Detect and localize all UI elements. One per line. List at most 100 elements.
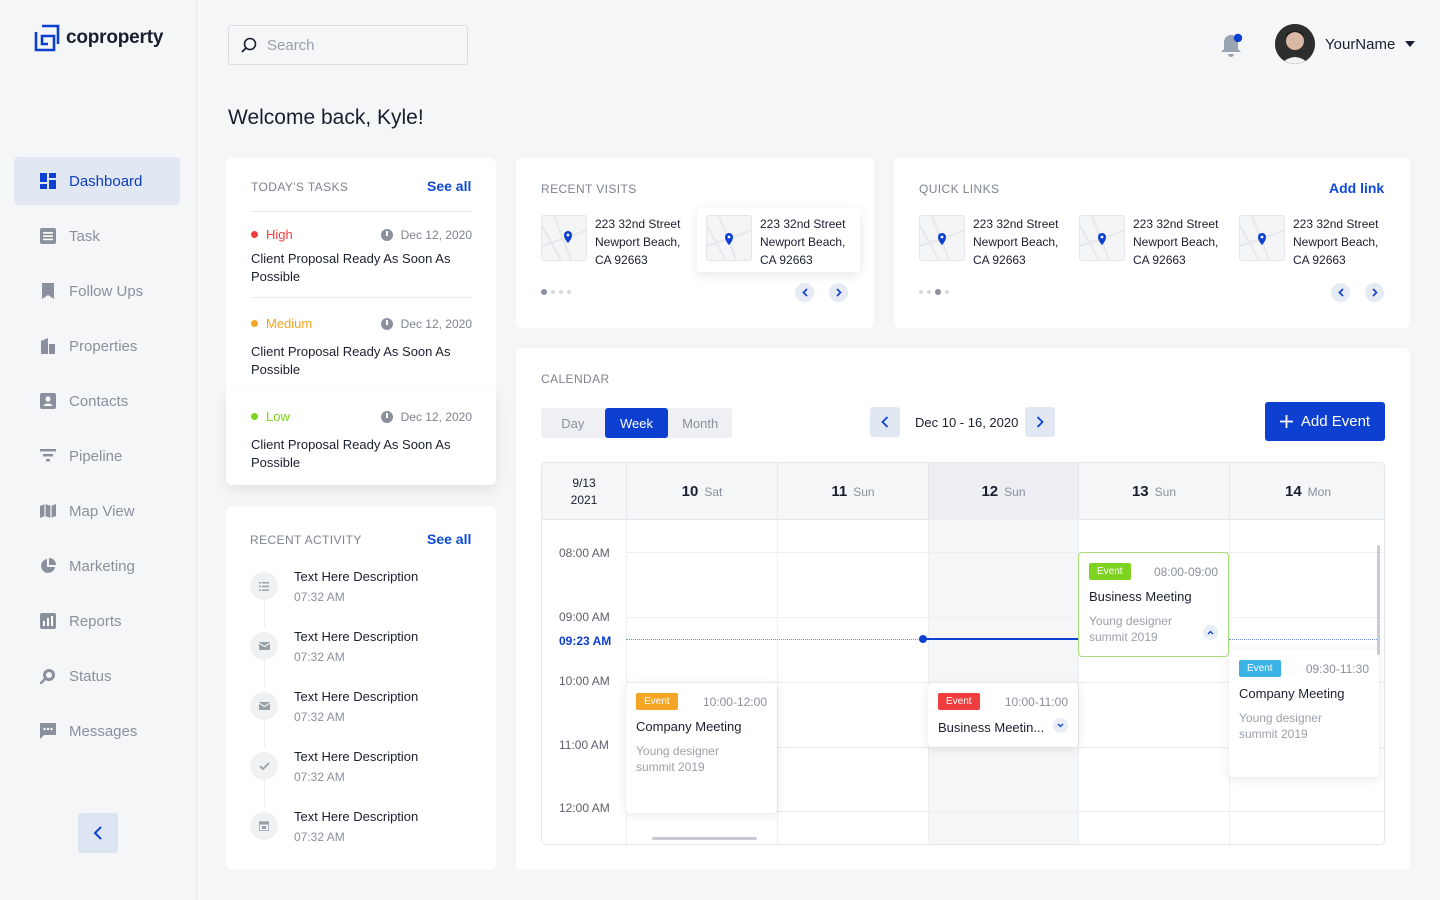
activity-see-all-link[interactable]: See all: [427, 531, 471, 547]
clock-icon: [380, 410, 393, 423]
quick-links-card: QUICK LINKS Add link 223 32nd Street Newp…: [894, 158, 1410, 328]
add-link-button[interactable]: Add link: [1329, 180, 1384, 196]
page-dot[interactable]: [541, 289, 547, 295]
visits-label: RECENT VISITS: [541, 182, 637, 196]
view-day-button[interactable]: Day: [541, 408, 605, 438]
event-subtitle: summit 2019: [1239, 727, 1308, 741]
page-dot[interactable]: [927, 290, 931, 294]
sidebar-item-contacts[interactable]: Contacts: [14, 377, 180, 425]
collapse-event-button[interactable]: [1203, 625, 1218, 640]
sidebar-item-marketing[interactable]: Marketing: [14, 542, 180, 590]
view-switcher: Day Week Month: [541, 408, 732, 438]
tasks-see-all-link[interactable]: See all: [427, 178, 471, 194]
place-card[interactable]: 223 32nd Street Newport Beach, CA 92663: [706, 215, 845, 269]
day-number: 11: [831, 483, 848, 500]
sidebar-item-status[interactable]: Status: [14, 652, 180, 700]
address-line: 223 32nd Street: [760, 217, 846, 231]
prev-button[interactable]: [1331, 283, 1350, 302]
next-range-button[interactable]: [1025, 407, 1055, 437]
prev-range-button[interactable]: [870, 407, 900, 437]
task-item[interactable]: High Dec 12, 2020 Client Proposal Ready …: [251, 227, 472, 286]
collapse-sidebar-button[interactable]: [78, 813, 118, 853]
task-item[interactable]: Medium Dec 12, 2020 Client Proposal Read…: [251, 316, 472, 379]
next-button[interactable]: [1365, 283, 1384, 302]
search-input[interactable]: [267, 36, 447, 54]
sidebar-item-properties[interactable]: Properties: [14, 322, 180, 370]
page-dot[interactable]: [551, 290, 555, 294]
priority-dot: [251, 320, 258, 327]
page-dot[interactable]: [567, 290, 571, 294]
activity-item[interactable]: Text Here Description 07:32 AM: [250, 629, 480, 664]
event-card[interactable]: Event 08:00-09:00 Business Meeting Young …: [1078, 552, 1229, 657]
sidebar-nav: Dashboard Task Follow Ups Properties Con…: [14, 157, 180, 762]
day-header[interactable]: 11 Sun: [777, 463, 928, 520]
add-event-button[interactable]: Add Event: [1265, 402, 1385, 441]
sidebar-item-follow-ups[interactable]: Follow Ups: [14, 267, 180, 315]
activity-time: 07:32 AM: [294, 710, 345, 724]
activity-item[interactable]: Text Here Description 07:32 AM: [250, 749, 480, 784]
place-card[interactable]: 223 32nd Street Newport Beach, CA 92663: [1239, 215, 1378, 269]
next-button[interactable]: [829, 283, 848, 302]
expand-event-button[interactable]: [1053, 718, 1068, 733]
event-subtitle: summit 2019: [1089, 630, 1158, 644]
priority-dot: [251, 413, 258, 420]
day-header[interactable]: 12 Sun: [928, 463, 1078, 520]
activity-item[interactable]: Text Here Description 07:32 AM: [250, 569, 480, 604]
sidebar-item-label: Contacts: [69, 392, 129, 410]
week-grid: 9/13 2021 10 Sat 11 Sun 12 Sun 13 Sun 14 Mon …: [541, 462, 1385, 845]
today-column: [928, 463, 1078, 844]
task-title: Client Proposal Ready As Soon As Possibl…: [251, 344, 451, 377]
event-card[interactable]: Event 09:30-11:30 Company Meeting Young d…: [1229, 650, 1379, 777]
sidebar-item-map-view[interactable]: Map View: [14, 487, 180, 535]
map-thumbnail: [919, 215, 965, 261]
task-priority: High: [266, 227, 293, 242]
vertical-scrollbar[interactable]: [1377, 545, 1380, 655]
page-dot[interactable]: [919, 290, 923, 294]
avatar: [1275, 24, 1315, 64]
day-number: 12: [981, 483, 999, 500]
activity-title: Text Here Description: [294, 809, 419, 824]
event-card[interactable]: Event 10:00-11:00 Business Meetin...: [928, 683, 1078, 747]
activity-title: Text Here Description: [294, 749, 419, 764]
sidebar-item-label: Properties: [69, 337, 138, 355]
sidebar-item-label: Follow Ups: [69, 282, 144, 300]
sidebar-item-dashboard[interactable]: Dashboard: [14, 157, 180, 205]
day-header[interactable]: 14 Mon: [1229, 463, 1384, 520]
view-month-button[interactable]: Month: [668, 408, 732, 438]
notifications-button[interactable]: [1218, 32, 1244, 58]
view-week-button[interactable]: Week: [604, 408, 669, 438]
place-card[interactable]: 223 32nd Street Newport Beach, CA 92663: [541, 215, 680, 269]
page-dot[interactable]: [935, 289, 941, 295]
place-card[interactable]: 223 32nd Street Newport Beach, CA 92663: [919, 215, 1058, 269]
clock-icon: [380, 228, 393, 241]
sidebar-item-pipeline[interactable]: Pipeline: [14, 432, 180, 480]
now-line: [926, 638, 1078, 640]
now-line-dotted: [626, 639, 926, 640]
activity-item[interactable]: Text Here Description 07:32 AM: [250, 689, 480, 724]
activity-title: Text Here Description: [294, 689, 419, 704]
event-badge: Event: [938, 693, 980, 710]
task-item[interactable]: Low Dec 12, 2020 Client Proposal Ready A…: [251, 409, 472, 472]
chevron-right-icon: [835, 288, 842, 297]
calendar-icon: [250, 812, 278, 840]
place-card[interactable]: 223 32nd Street Newport Beach, CA 92663: [1079, 215, 1218, 269]
user-menu[interactable]: YourName: [1275, 24, 1416, 64]
sidebar-item-label: Pipeline: [69, 447, 123, 465]
prev-button[interactable]: [795, 283, 814, 302]
sidebar-item-task[interactable]: Task: [14, 212, 180, 260]
day-header[interactable]: 13 Sun: [1078, 463, 1229, 520]
page-dot[interactable]: [945, 290, 949, 294]
sidebar-item-label: Messages: [69, 722, 138, 740]
sidebar-item-reports[interactable]: Reports: [14, 597, 180, 645]
activity-item[interactable]: Text Here Description 07:32 AM: [250, 809, 480, 844]
map-thumbnail: [706, 215, 752, 261]
event-title: Company Meeting: [636, 719, 742, 734]
horizontal-scrollbar[interactable]: [652, 837, 757, 840]
logo[interactable]: coproperty: [34, 24, 163, 52]
event-card[interactable]: Event 10:00-12:00 Company Meeting Young d…: [626, 683, 777, 813]
page-dot[interactable]: [559, 290, 563, 294]
sidebar-item-messages[interactable]: Messages: [14, 707, 180, 755]
activity-label: RECENT ACTIVITY: [250, 533, 362, 547]
day-header[interactable]: 10 Sat: [626, 463, 777, 520]
status-icon: [39, 668, 56, 685]
